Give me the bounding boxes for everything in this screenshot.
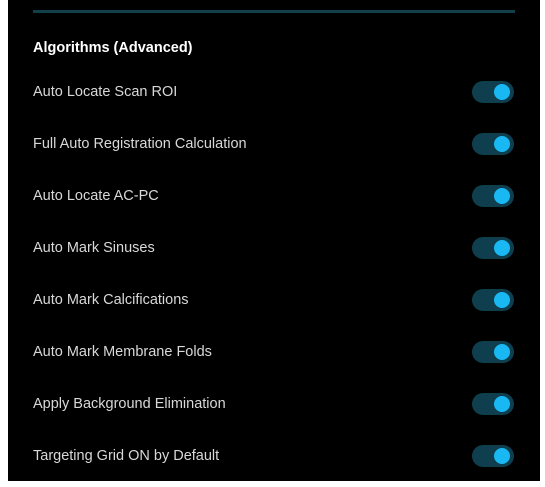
toggle-knob xyxy=(494,396,510,412)
section-divider xyxy=(33,10,515,13)
toggle-knob xyxy=(494,136,510,152)
auto-mark-calcifications-toggle[interactable] xyxy=(472,289,514,311)
apply-background-elimination-toggle[interactable] xyxy=(472,393,514,415)
auto-locate-scan-roi-toggle[interactable] xyxy=(472,81,514,103)
full-auto-registration-toggle[interactable] xyxy=(472,133,514,155)
algorithms-settings-panel: Algorithms (Advanced) Auto Locate Scan R… xyxy=(8,0,540,481)
setting-row-auto-mark-sinuses: Auto Mark Sinuses xyxy=(8,222,540,274)
section-heading: Algorithms (Advanced) xyxy=(33,40,193,56)
auto-mark-membrane-folds-toggle[interactable] xyxy=(472,341,514,363)
auto-mark-sinuses-toggle[interactable] xyxy=(472,237,514,259)
setting-row-auto-locate-scan-roi: Auto Locate Scan ROI xyxy=(8,66,540,118)
setting-label: Auto Locate Scan ROI xyxy=(33,84,178,100)
setting-row-targeting-grid-default: Targeting Grid ON by Default xyxy=(8,430,540,482)
setting-row-apply-background-elimination: Apply Background Elimination xyxy=(8,378,540,430)
setting-label: Auto Mark Calcifications xyxy=(33,292,189,308)
setting-label: Targeting Grid ON by Default xyxy=(33,448,220,464)
targeting-grid-default-toggle[interactable] xyxy=(472,445,514,467)
setting-label: Full Auto Registration Calculation xyxy=(33,136,247,152)
setting-label: Apply Background Elimination xyxy=(33,396,226,412)
auto-locate-ac-pc-toggle[interactable] xyxy=(472,185,514,207)
toggle-knob xyxy=(494,240,510,256)
settings-list: Auto Locate Scan ROI Full Auto Registrat… xyxy=(8,66,540,482)
setting-row-auto-locate-ac-pc: Auto Locate AC-PC xyxy=(8,170,540,222)
setting-label: Auto Locate AC-PC xyxy=(33,188,159,204)
setting-row-auto-mark-calcifications: Auto Mark Calcifications xyxy=(8,274,540,326)
toggle-knob xyxy=(494,292,510,308)
setting-label: Auto Mark Sinuses xyxy=(33,240,155,256)
toggle-knob xyxy=(494,448,510,464)
toggle-knob xyxy=(494,188,510,204)
toggle-knob xyxy=(494,344,510,360)
toggle-knob xyxy=(494,84,510,100)
setting-row-auto-mark-membrane-folds: Auto Mark Membrane Folds xyxy=(8,326,540,378)
setting-row-full-auto-registration: Full Auto Registration Calculation xyxy=(8,118,540,170)
setting-label: Auto Mark Membrane Folds xyxy=(33,344,212,360)
